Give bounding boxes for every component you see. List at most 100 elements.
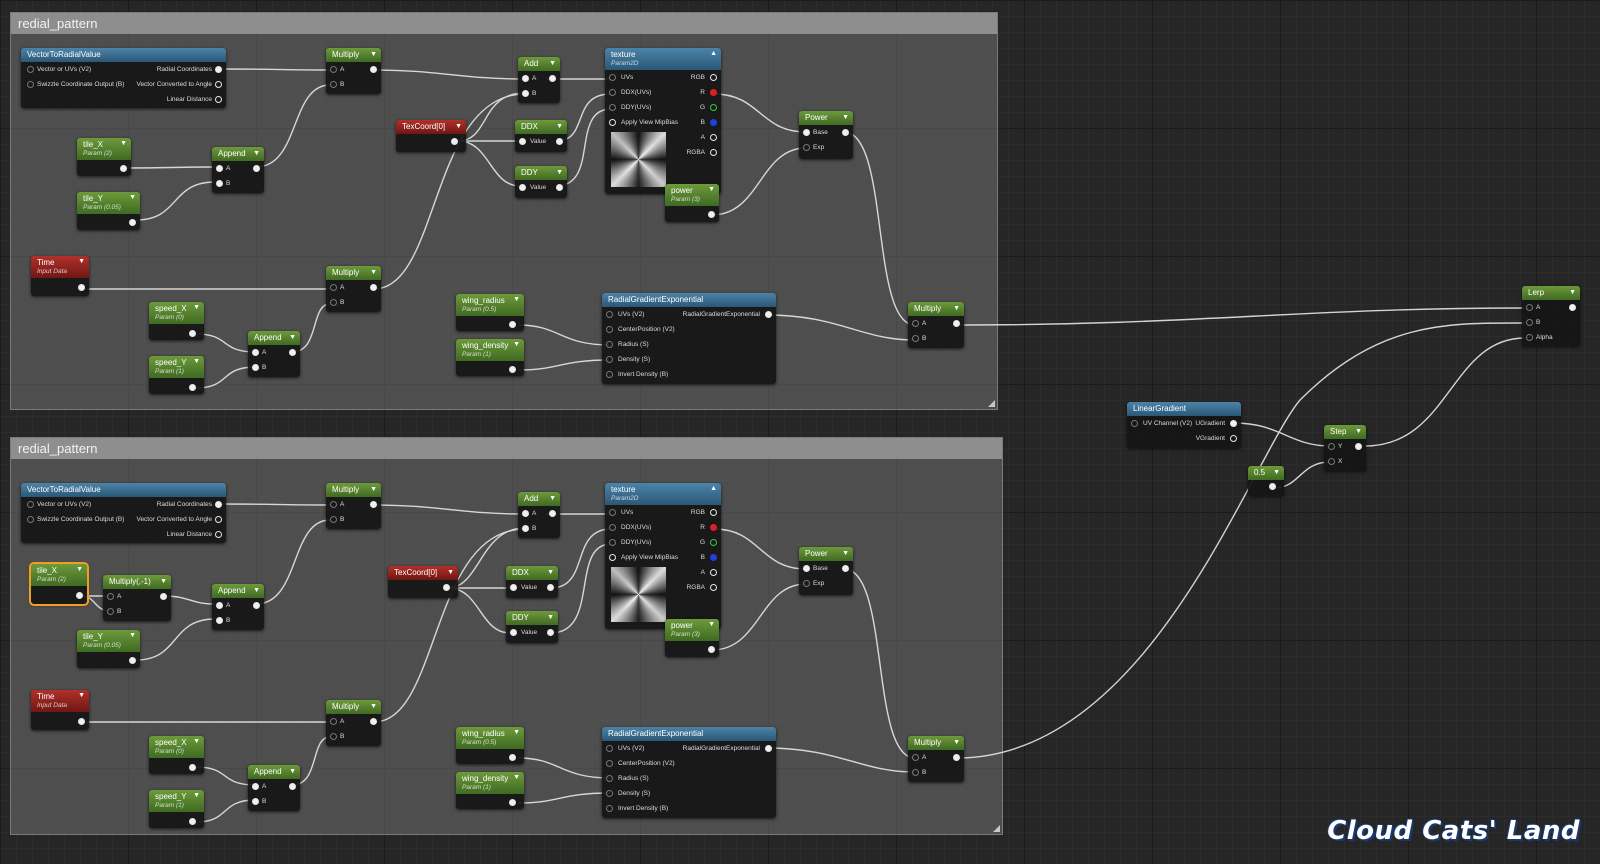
speed-x-param-node[interactable]: speed_X Param (0) ▼ — [149, 736, 204, 774]
chevron-down-icon[interactable]: ▼ — [129, 192, 136, 203]
input-pin[interactable] — [606, 371, 613, 378]
input-pin[interactable] — [330, 299, 337, 306]
texcoord-node[interactable]: TexCoord[0] ▼ — [396, 120, 466, 152]
input-pin[interactable] — [330, 516, 337, 523]
chevron-down-icon[interactable]: ▼ — [842, 111, 849, 125]
comment-title[interactable]: redial_pattern — [11, 13, 997, 34]
input-pin[interactable] — [1526, 304, 1533, 311]
output-pin[interactable] — [953, 320, 960, 327]
input-pin[interactable] — [252, 364, 259, 371]
output-pin[interactable] — [370, 66, 377, 73]
vector-to-radial-node[interactable]: VectorToRadialValue Vector or UVs (V2) Ra… — [21, 48, 226, 108]
output-pin[interactable] — [953, 754, 960, 761]
chevron-down-icon[interactable]: ▼ — [549, 492, 556, 506]
chevron-down-icon[interactable]: ▼ — [1355, 425, 1362, 439]
input-pin[interactable] — [330, 718, 337, 725]
multiply-negate-node[interactable]: Multiply(,-1) ▼ A B — [103, 575, 171, 621]
input-pin[interactable] — [912, 754, 919, 761]
chevron-down-icon[interactable]: ▼ — [76, 564, 83, 575]
multiply-node[interactable]: Multiply ▼ A B — [326, 700, 381, 746]
time-node[interactable]: Time Input Data ▼ — [31, 690, 89, 730]
output-pin[interactable] — [189, 330, 196, 337]
output-pin[interactable] — [1269, 483, 1276, 490]
input-pin[interactable] — [216, 165, 223, 172]
chevron-down-icon[interactable]: ▼ — [253, 584, 260, 598]
output-pin[interactable] — [710, 524, 717, 531]
input-pin[interactable] — [803, 580, 810, 587]
chevron-down-icon[interactable]: ▼ — [455, 120, 462, 134]
input-pin[interactable] — [107, 593, 114, 600]
radial-gradient-exponential-node[interactable]: RadialGradientExponential UVs (V2) Radial… — [602, 727, 776, 818]
chevron-down-icon[interactable]: ▼ — [513, 294, 520, 305]
output-pin[interactable] — [765, 311, 772, 318]
output-pin[interactable] — [549, 510, 556, 517]
input-pin[interactable] — [252, 349, 259, 356]
input-pin[interactable] — [522, 75, 529, 82]
input-pin[interactable] — [803, 144, 810, 151]
input-pin[interactable] — [606, 341, 613, 348]
multiply-node[interactable]: Multiply ▼ A B — [326, 483, 381, 529]
output-pin[interactable] — [556, 138, 563, 145]
output-pin[interactable] — [120, 165, 127, 172]
output-pin[interactable] — [710, 89, 717, 96]
triangle-up-icon[interactable]: ▲ — [710, 48, 717, 59]
output-pin[interactable] — [1230, 435, 1237, 442]
input-pin[interactable] — [252, 783, 259, 790]
input-pin[interactable] — [609, 509, 616, 516]
output-pin[interactable] — [78, 284, 85, 291]
texture-sample-node[interactable]: texture Param2D ▲ UVs RGB DDX(UVs) R DDY(UVs… — [605, 483, 721, 629]
speed-y-param-node[interactable]: speed_Y Param (1) ▼ — [149, 356, 204, 394]
wing-radius-param-node[interactable]: wing_radius Param (0.5) ▼ — [456, 294, 524, 331]
chevron-down-icon[interactable]: ▼ — [370, 483, 377, 497]
output-pin[interactable] — [547, 584, 554, 591]
output-pin[interactable] — [556, 184, 563, 191]
output-pin[interactable] — [78, 718, 85, 725]
output-pin[interactable] — [509, 321, 516, 328]
tile-x-param-node[interactable]: tile_X Param (2) ▼ — [29, 562, 89, 606]
chevron-down-icon[interactable]: ▼ — [953, 736, 960, 750]
speed-y-param-node[interactable]: speed_Y Param (1) ▼ — [149, 790, 204, 828]
multiply-node[interactable]: Multiply ▼ A B — [326, 266, 381, 312]
output-pin[interactable] — [710, 509, 717, 516]
ddy-node[interactable]: DDY ▼ Value — [506, 611, 558, 643]
chevron-down-icon[interactable]: ▼ — [708, 619, 715, 630]
chevron-down-icon[interactable]: ▼ — [447, 566, 454, 580]
constant-node[interactable]: 0.5 ▼ — [1248, 466, 1284, 496]
input-pin[interactable] — [1526, 319, 1533, 326]
input-pin[interactable] — [606, 805, 613, 812]
output-pin[interactable] — [253, 602, 260, 609]
output-pin[interactable] — [451, 138, 458, 145]
input-pin[interactable] — [606, 760, 613, 767]
input-pin[interactable] — [510, 584, 517, 591]
power-param-node[interactable]: power Param (3) ▼ — [665, 619, 719, 657]
output-pin[interactable] — [710, 569, 717, 576]
chevron-down-icon[interactable]: ▼ — [1273, 466, 1280, 480]
output-pin[interactable] — [710, 74, 717, 81]
output-pin[interactable] — [509, 799, 516, 806]
chevron-down-icon[interactable]: ▼ — [547, 611, 554, 625]
input-pin[interactable] — [252, 798, 259, 805]
input-pin[interactable] — [609, 74, 616, 81]
input-pin[interactable] — [522, 510, 529, 517]
ddx-node[interactable]: DDX ▼ Value — [506, 566, 558, 598]
output-pin[interactable] — [842, 565, 849, 572]
output-pin[interactable] — [370, 718, 377, 725]
multiply-node[interactable]: Multiply ▼ A B — [908, 302, 964, 348]
chevron-down-icon[interactable]: ▼ — [842, 547, 849, 561]
chevron-down-icon[interactable]: ▼ — [253, 147, 260, 161]
triangle-up-icon[interactable]: ▲ — [710, 483, 717, 494]
output-pin[interactable] — [215, 531, 222, 538]
ddx-node[interactable]: DDX ▼ Value — [515, 120, 567, 152]
output-pin[interactable] — [215, 81, 222, 88]
input-pin[interactable] — [27, 66, 34, 73]
chevron-down-icon[interactable]: ▼ — [289, 765, 296, 779]
input-pin[interactable] — [519, 184, 526, 191]
multiply-node[interactable]: Multiply ▼ A B — [908, 736, 964, 782]
input-pin[interactable] — [803, 129, 810, 136]
input-pin[interactable] — [606, 775, 613, 782]
input-pin[interactable] — [1526, 334, 1533, 341]
chevron-down-icon[interactable]: ▼ — [549, 57, 556, 71]
linear-gradient-node[interactable]: LinearGradient UV Channel (V2) UGradient … — [1127, 402, 1241, 448]
output-pin[interactable] — [509, 754, 516, 761]
wing-radius-param-node[interactable]: wing_radius Param (0.5) ▼ — [456, 727, 524, 764]
